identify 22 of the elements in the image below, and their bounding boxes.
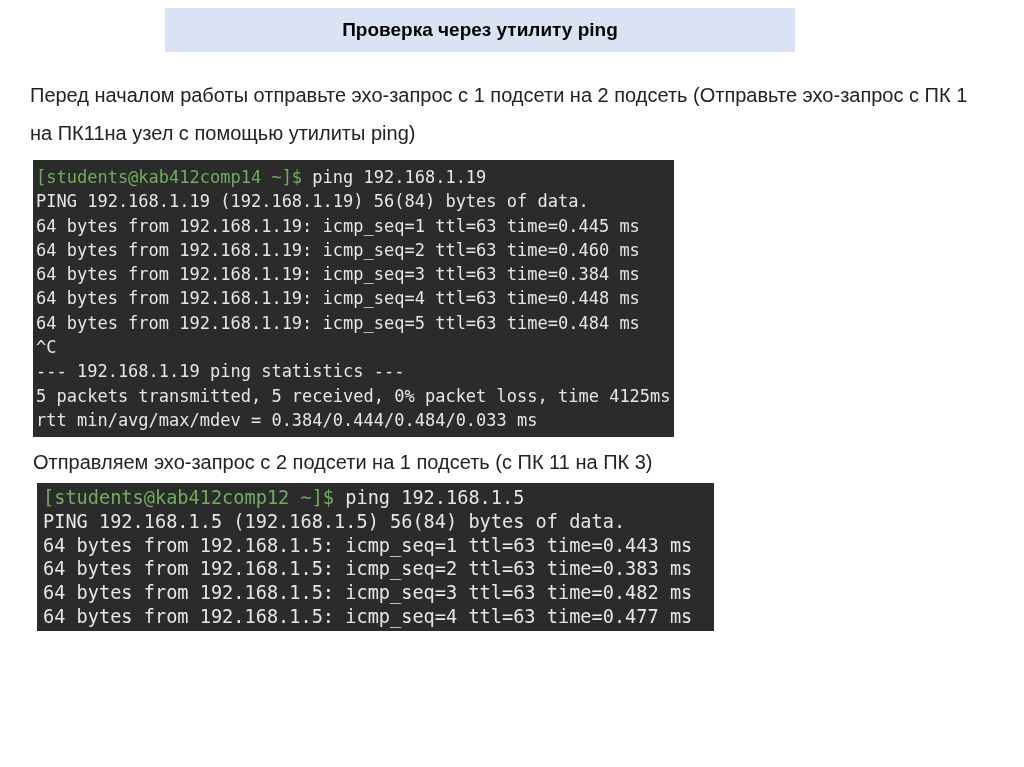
output-line: 64 bytes from 192.168.1.19: icmp_seq=5 ttl=63 time=0.484 ms [36,311,640,335]
output-line: PING 192.168.1.19 (192.168.1.19) 56(84) bytes of data. [36,190,589,214]
output-line: 5 packets transmitted, 5 received, 0% packet loss, time 4125ms [36,384,671,408]
output-line: 64 bytes from 192.168.1.19: icmp_seq=2 ttl=63 time=0.460 ms [36,238,640,262]
output-line: rtt min/avg/max/mdev = 0.384/0.444/0.484/0.033 ms [36,408,538,432]
output-line: 64 bytes from 192.168.1.5: icmp_seq=2 ttl=63 time=0.383 ms [43,557,693,582]
output-line: 64 bytes from 192.168.1.5: icmp_seq=1 ttl=63 time=0.443 ms [43,533,693,558]
intro-paragraph: Перед началом работы отправьте эхо-запрос с 1 подсети на 2 подсеть (Отправьте эхо-запрос с ПК 1 на ПК11на узел с помощью утилиты ping) [30,83,969,146]
command-text: ping 192.168.1.19 [312,166,487,189]
output-line: ^C [36,336,57,360]
shell-prompt: [students@kab412comp12 ~]$ [43,486,335,510]
output-line: 64 bytes from 192.168.1.19: icmp_seq=3 ttl=63 time=0.384 ms [36,263,640,287]
output-line: 64 bytes from 192.168.1.5: icmp_seq=4 ttl=63 time=0.477 ms [43,604,693,629]
output-line: 64 bytes from 192.168.1.5: icmp_seq=3 ttl=63 time=0.482 ms [43,581,693,605]
caption-text: Отправляем эхо-запрос с 2 подсети на 1 подсеть (с ПК 11 на ПК 3) [33,450,654,476]
command-text: ping 192.168.1.5 [345,486,525,510]
output-line: PING 192.168.1.5 (192.168.1.5) 56(84) bytes of data. [43,509,626,534]
output-line: --- 192.168.1.19 ping statistics --- [36,360,405,384]
output-line: 64 bytes from 192.168.1.19: icmp_seq=1 ttl=63 time=0.445 ms [36,214,640,238]
shell-prompt: [students@kab412comp14 ~]$ [36,166,303,189]
output-line: 64 bytes from 192.168.1.19: icmp_seq=4 ttl=63 time=0.448 ms [36,287,640,311]
slide-title: Проверка через утилиту ping [165,8,795,52]
